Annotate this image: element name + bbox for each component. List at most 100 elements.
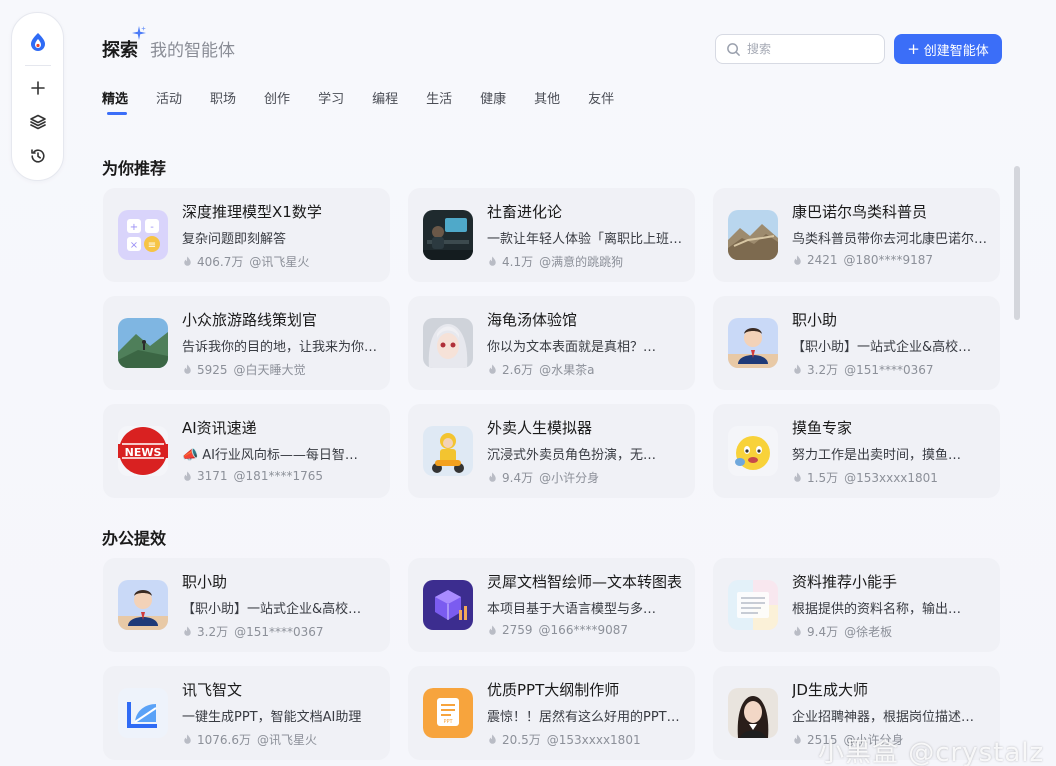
new-chat-button[interactable] — [24, 74, 52, 102]
sparkle-icon — [132, 26, 146, 40]
search-input[interactable] — [747, 42, 867, 56]
section-title-recommended: 为你推荐 — [102, 159, 167, 178]
tab-programming[interactable]: 编程 — [372, 88, 398, 107]
tab-featured[interactable]: 精选 — [102, 88, 128, 115]
agent-card[interactable]: 社畜进化论一款让年轻人体验「离职比上班还难」的… 4.1万 @满意的跳跳狗 — [408, 188, 695, 282]
agent-card[interactable]: 资料推荐小能手根据提供的资料名称，输出… 9.4万 @徐老板 — [713, 558, 1000, 652]
agent-author: @153xxxx1801 — [844, 470, 938, 485]
agent-avatar — [118, 580, 168, 630]
tab-life[interactable]: 生活 — [426, 88, 452, 107]
agent-description: 【职小助】一站式企业&高校… — [182, 598, 380, 617]
agent-usage-count: 406.7万 — [197, 255, 244, 269]
agent-usage-count: 5925 — [197, 362, 228, 377]
agent-meta: 406.7万 @讯飞星火 — [182, 253, 309, 270]
agent-author: @166****9087 — [538, 623, 628, 637]
create-agent-button[interactable]: + 创建智能体 — [894, 34, 1002, 64]
agent-card[interactable]: ≡ + - × 深度推理模型X1数学 复杂问题即刻解答 406.7万 @讯飞星火 — [103, 188, 390, 282]
agent-card[interactable]: 康巴诺尔鸟类科普员 鸟类科普员带你去河北康巴诺尔… 2421 @180****9187 — [713, 188, 1000, 282]
svg-text:+: + — [130, 222, 138, 233]
agent-author: @153xxxx1801 — [546, 732, 641, 747]
tab-workplace[interactable]: 职场 — [210, 88, 236, 107]
agent-avatar — [728, 318, 778, 368]
agent-card[interactable]: 灵犀文档智绘师—文本转图表 本项目基于大语言模型与多… 2759 @166****90… — [408, 558, 695, 652]
agent-meta: 9.4万 @小许分身 — [487, 469, 599, 486]
agent-meta: 20.5万 @153xxxx1801 — [487, 731, 641, 748]
popularity-icon — [489, 472, 496, 482]
popularity-icon — [184, 256, 191, 266]
agent-meta: 5925 @白天睡大觉 — [182, 361, 306, 378]
agent-description-text: AI行业风向标——每日智… — [202, 448, 358, 463]
agent-description: 告诉我你的目的地，让我来为你规划… — [182, 336, 380, 355]
agent-description: 根据提供的资料名称，输出… — [792, 598, 990, 617]
tab-other[interactable]: 其他 — [534, 88, 560, 107]
agent-description: 【职小助】一站式企业&高校… — [792, 336, 990, 355]
agent-avatar — [118, 688, 168, 738]
search-box[interactable] — [715, 34, 885, 64]
agent-usage-count: 3.2万 — [197, 625, 229, 639]
popularity-icon — [489, 734, 496, 744]
agent-avatar: ≡ + - × — [118, 210, 168, 260]
agent-avatar — [728, 580, 778, 630]
agent-avatar — [423, 318, 473, 368]
popularity-icon — [794, 472, 801, 482]
agent-avatar — [728, 688, 778, 738]
agent-card[interactable]: 摸鱼专家 努力工作是出卖时间，摸鱼… 1.5万 @153xxxx1801 — [713, 404, 1000, 498]
agent-avatar — [728, 426, 778, 476]
agent-name: JD生成大师 — [792, 681, 868, 699]
agent-card[interactable]: 外卖人生模拟器沉浸式外卖员角色扮演，无… 9.4万 @小许分身 — [408, 404, 695, 498]
agent-author: @满意的跳跳狗 — [539, 255, 624, 269]
tab-learning[interactable]: 学习 — [318, 88, 344, 107]
agent-description-text: 沉浸式外卖员角色扮演，无… — [487, 448, 657, 463]
agent-meta: 1.5万 @153xxxx1801 — [792, 469, 938, 486]
popularity-icon — [184, 470, 191, 481]
app-logo-icon[interactable] — [27, 31, 49, 53]
svg-text:PPT: PPT — [443, 719, 453, 725]
agent-avatar — [118, 318, 168, 368]
history-icon — [30, 149, 45, 163]
svg-text:×: × — [130, 240, 138, 251]
agent-avatar — [423, 580, 473, 630]
agent-meta: 2759 @166****9087 — [487, 623, 628, 637]
my-agents-link[interactable]: 我的智能体 — [150, 36, 235, 61]
category-tabs: 精选 活动 职场 创作 学习 编程 生活 健康 其他 友伴 — [102, 88, 642, 115]
agent-usage-count: 2.6万 — [502, 363, 534, 377]
agent-meta: 1076.6万 @讯飞星火 — [182, 731, 317, 748]
agent-card[interactable]: NEWS AI资讯速递 📣 AI行业风向标——每日智… 3171 @181****1765 — [103, 404, 390, 498]
tab-creation[interactable]: 创作 — [264, 88, 290, 107]
agent-description-text: 一款让年轻人体验「离职比上班还难」的… — [487, 232, 685, 247]
watermark: 小黑盒 @crystalz — [818, 738, 1045, 766]
agent-meta: 3171 @181****1765 — [182, 469, 323, 483]
agent-avatar — [423, 210, 473, 260]
create-agent-label: 创建智能体 — [923, 43, 989, 59]
agent-name: 资料推荐小能手 — [792, 573, 898, 591]
tab-activity[interactable]: 活动 — [156, 88, 182, 107]
agent-name: 小众旅游路线策划官 — [182, 311, 318, 329]
agent-name: AI资讯速递 — [182, 419, 257, 437]
popularity-icon — [794, 626, 801, 636]
scrollbar-thumb[interactable] — [1014, 166, 1020, 320]
agent-meta: 4.1万 @满意的跳跳狗 — [487, 253, 623, 270]
agent-name: 优质PPT大纲制作师 — [487, 681, 620, 699]
agent-name: 职小助 — [792, 311, 838, 329]
agent-card[interactable]: PPT 优质PPT大纲制作师 震惊！！居然有这么好用的PPT… 20.5万 @153xx… — [408, 666, 695, 760]
agent-card[interactable]: 讯飞智文 一键生成PPT，智能文档AI助理 1076.6万 @讯飞星火 — [103, 666, 390, 760]
agents-button[interactable] — [24, 108, 52, 136]
agent-description-text: 告诉我你的目的地，让我来为你规划… — [182, 340, 380, 355]
tab-companion[interactable]: 友伴 — [588, 88, 614, 107]
agent-author: @小许分身 — [539, 471, 600, 485]
agent-meta: 9.4万 @徐老板 — [792, 623, 892, 640]
agent-author: @151****0367 — [844, 362, 934, 377]
agent-description: 📣 AI行业风向标——每日智… — [182, 444, 380, 463]
agent-name: 外卖人生模拟器 — [487, 419, 593, 437]
agent-description: 沉浸式外卖员角色扮演，无… — [487, 444, 685, 463]
history-button[interactable] — [24, 142, 52, 170]
agent-usage-count: 9.4万 — [807, 625, 839, 639]
agent-card[interactable]: 职小助 【职小助】一站式企业&高校… 3.2万 @151****0367 — [713, 296, 1000, 390]
agent-usage-count: 4.1万 — [502, 255, 534, 269]
agent-name: 深度推理模型X1数学 — [182, 203, 322, 221]
agent-card[interactable]: 小众旅游路线策划官告诉我你的目的地，让我来为你规划… 5925 @白天睡大觉 — [103, 296, 390, 390]
agent-card[interactable]: 职小助 【职小助】一站式企业&高校… 3.2万 @151****0367 — [103, 558, 390, 652]
popularity-icon — [184, 734, 191, 744]
agent-card[interactable]: 海龟汤体验馆 你以为文本表面就是真相？… 2.6万 @水果茶a — [408, 296, 695, 390]
tab-health[interactable]: 健康 — [480, 88, 506, 107]
